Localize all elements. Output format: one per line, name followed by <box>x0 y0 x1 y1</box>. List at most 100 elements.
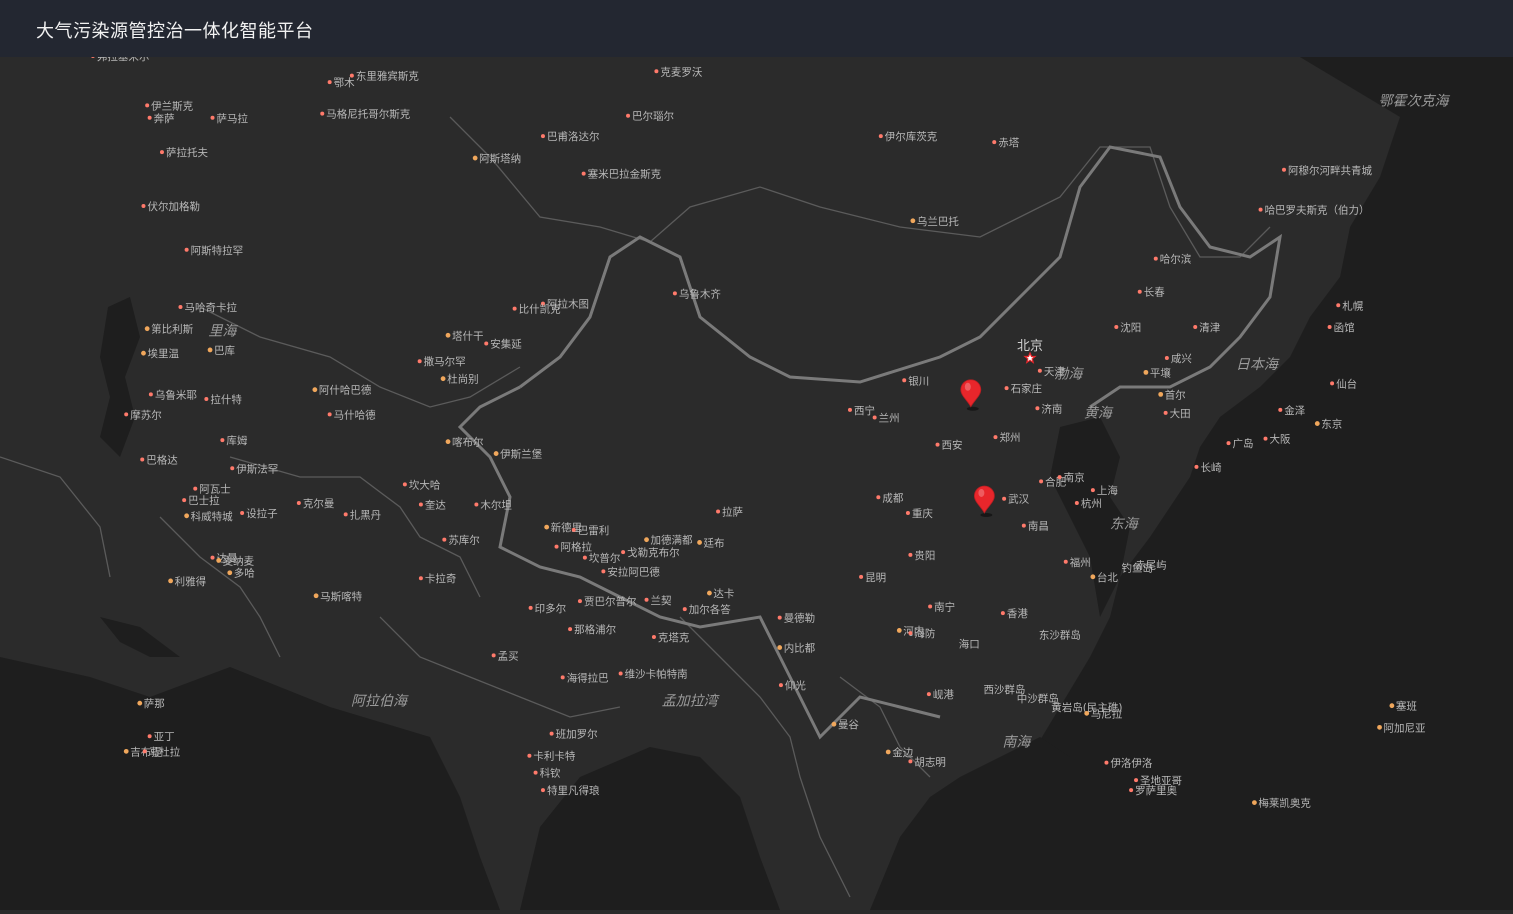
map-canvas[interactable]: 鄂霍次克海里海日本海渤海黄海东海阿拉伯海孟加拉湾南海 叶卡捷琳堡托木斯克弗拉基米… <box>0 34 1513 910</box>
city-dot <box>651 635 656 640</box>
city-name: 东里雅宾斯克 <box>356 70 419 83</box>
city-label: 阿斯塔纳 <box>472 152 521 165</box>
city-dot <box>908 631 913 636</box>
city-name: 科钦 <box>540 767 561 780</box>
city-dot <box>644 597 649 602</box>
city-label: 埃里温 <box>141 347 179 360</box>
city-name: 贾巴尔普尔 <box>584 595 637 608</box>
city-name: 卡利卡特 <box>533 750 575 763</box>
city-dot <box>626 113 631 118</box>
city-dot <box>445 332 451 338</box>
city-label: 塔什干 <box>445 329 484 342</box>
city-name: 戈勒克布尔 <box>627 546 680 559</box>
city-dot <box>1114 325 1119 330</box>
city-dot <box>442 537 447 542</box>
city-label: 萨马拉 <box>210 112 249 125</box>
city-name: 喀布尔 <box>452 436 484 449</box>
city-dot <box>418 576 423 581</box>
city-dot <box>123 748 129 754</box>
city-dot <box>1143 369 1149 375</box>
city-name: 银川 <box>908 374 929 387</box>
city-name: 塞米巴拉金斯克 <box>588 168 662 181</box>
city-name: 麦纳麦 <box>223 554 255 567</box>
city-dot <box>512 306 517 311</box>
city-name: 达卡 <box>713 587 734 600</box>
city-name: 平壤 <box>1150 366 1172 379</box>
city-name: 伊洛伊洛 <box>1110 757 1152 770</box>
city-label: 特里凡得琅 <box>540 784 600 797</box>
city-name: 安集延 <box>490 337 522 350</box>
city-label: 乌鲁米耶 <box>148 388 197 401</box>
city-dot <box>184 247 189 252</box>
city-label: 第比利斯 <box>144 323 194 336</box>
city-label: 利雅得 <box>168 575 206 588</box>
city-name: 札幌 <box>1342 299 1364 312</box>
city-name: 曼谷 <box>838 719 859 731</box>
city-dot <box>908 759 913 764</box>
city-name: 孟买 <box>498 650 519 662</box>
city-label: 设拉子 <box>240 507 278 520</box>
city-name: 济南 <box>1041 402 1062 415</box>
city-label: 卡利卡特 <box>527 750 576 763</box>
city-label: 伊斯兰堡 <box>493 448 543 461</box>
city-name: 利雅得 <box>175 575 207 588</box>
city-name: 比什凯克 <box>519 303 561 316</box>
city-label: 海得拉巴 <box>560 671 609 684</box>
city-name: 重庆 <box>912 507 933 520</box>
city-name: 罗萨里奥 <box>1135 784 1177 797</box>
city-name: 海得拉巴 <box>567 671 609 684</box>
city-dot <box>142 749 147 754</box>
city-label: 弗拉基米尔 <box>90 50 149 63</box>
city-label: 乌鲁木齐 <box>672 287 721 300</box>
sea-label: 黄海 <box>1084 405 1114 421</box>
city-name: 萨拉托夫 <box>166 146 208 159</box>
city-label: 伊尔库茨克 <box>878 130 938 143</box>
city-name: 廷布 <box>704 537 725 549</box>
city-label: 安拉阿巴德 <box>601 565 660 578</box>
city-name: 亚丁 <box>154 731 175 743</box>
city-dot <box>621 550 626 555</box>
city-label: 东沙群岛 <box>1039 628 1081 641</box>
city-label: 木尔坦 <box>474 498 512 511</box>
city-dot <box>445 439 451 445</box>
city-label: 贾巴尔普尔 <box>577 595 637 608</box>
city-label: 伊斯法罕 <box>230 462 278 475</box>
city-name: 阿格拉 <box>561 541 593 554</box>
city-dot <box>601 569 606 574</box>
city-name: 海口 <box>959 638 980 651</box>
city-name: 郑州 <box>999 431 1020 444</box>
city-label: 马尼拉 <box>1084 707 1123 720</box>
city-dot <box>707 590 712 596</box>
city-name: 西宁 <box>854 404 875 417</box>
city-name: 巴甫洛达尔 <box>547 130 600 143</box>
city-dot <box>193 486 198 491</box>
city-label: 哈尔滨 <box>1153 253 1192 266</box>
city-dot <box>1278 407 1283 412</box>
pin-shadow <box>980 512 993 517</box>
city-dot <box>859 574 864 579</box>
city-dot <box>672 291 677 296</box>
city-dot <box>1129 788 1134 793</box>
city-dot <box>560 675 565 680</box>
city-dot <box>349 73 354 78</box>
city-dot <box>582 555 587 560</box>
city-label: 海口 <box>959 638 980 651</box>
city-name: 科威特城 <box>191 510 233 523</box>
sea-label: 孟加拉湾 <box>662 694 720 710</box>
city-dot <box>1158 391 1164 397</box>
map-svg[interactable]: 鄂霍次克海里海日本海渤海黄海东海阿拉伯海孟加拉湾南海 叶卡捷琳堡托木斯克弗拉基米… <box>0 34 1513 910</box>
city-dot <box>145 103 150 108</box>
city-dot <box>1039 479 1044 484</box>
city-dot <box>654 69 659 74</box>
city-name: 赤塔 <box>998 136 1019 149</box>
city-dot <box>778 683 783 688</box>
city-name: 西安 <box>942 439 963 452</box>
city-dot <box>417 359 422 364</box>
city-name: 乌鲁木齐 <box>679 287 721 300</box>
city-dot <box>1074 501 1079 506</box>
city-name: 香港 <box>1007 608 1029 620</box>
city-label: 卡拉奇 <box>418 572 456 585</box>
city-dot <box>872 415 877 420</box>
city-name: 咸兴 <box>1171 353 1192 365</box>
city-name: 石家庄 <box>1011 382 1043 395</box>
